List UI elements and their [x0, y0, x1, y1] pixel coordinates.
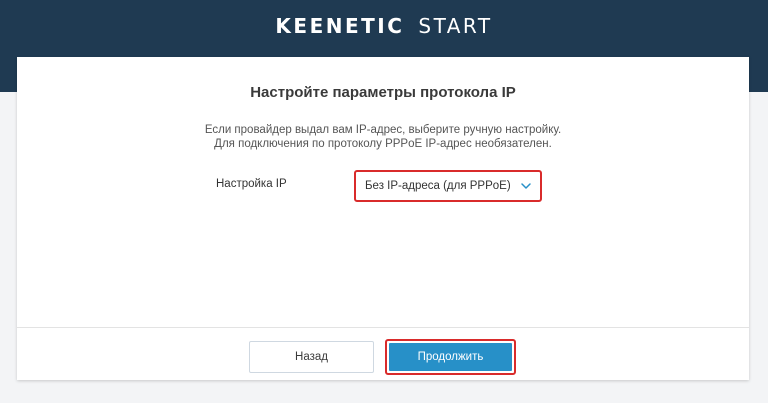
continue-button[interactable]: Продолжить	[389, 343, 512, 371]
ip-setting-value: Без IP-адреса (для PPPoE)	[365, 180, 511, 192]
chevron-down-icon	[521, 183, 531, 189]
back-button[interactable]: Назад	[249, 341, 374, 373]
card-footer: Назад Продолжить	[17, 327, 749, 380]
ip-setting-select[interactable]: Без IP-адреса (для PPPoE)	[354, 170, 542, 202]
page-description: Если провайдер выдал вам IP-адрес, выбер…	[17, 123, 749, 151]
logo-brand: KEENETIC	[275, 14, 405, 38]
description-line-2: Для подключения по протоколу PPPoE IP-ад…	[214, 138, 552, 150]
ip-setting-label: Настройка IP	[216, 178, 287, 190]
page-title: Настройте параметры протокола IP	[250, 84, 516, 101]
keenetic-start-logo: KEENETIC START	[0, 14, 768, 38]
setup-card: Настройте параметры протокола IP Если пр…	[17, 57, 749, 380]
logo-product: START	[418, 14, 493, 38]
description-line-1: Если провайдер выдал вам IP-адрес, выбер…	[204, 124, 562, 136]
continue-button-highlight: Продолжить	[385, 339, 516, 375]
